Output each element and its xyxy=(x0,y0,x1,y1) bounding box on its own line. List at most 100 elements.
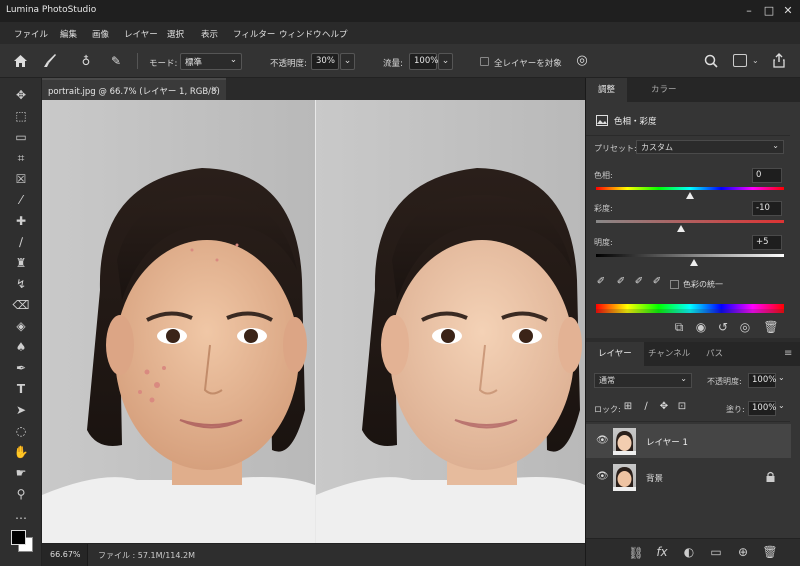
pen-tool-icon[interactable]: ✒ xyxy=(9,359,33,377)
opacity-input[interactable]: 30% xyxy=(311,53,339,70)
tab-paths[interactable]: パス xyxy=(694,342,735,366)
eyedropper-tool-icon[interactable]: ⁄ xyxy=(9,191,33,209)
more-tools-icon[interactable]: … xyxy=(9,506,33,524)
colorize-checkbox[interactable] xyxy=(670,280,679,289)
zoom-field[interactable]: 66.67% xyxy=(42,544,88,566)
mode-select[interactable]: 標準 ⌄ xyxy=(180,53,242,70)
menu-select[interactable]: 選択 xyxy=(167,28,184,40)
dodge-tool-icon[interactable]: ♠ xyxy=(9,338,33,356)
close-window-button[interactable]: ✕ xyxy=(780,3,796,19)
eyedropper-icon[interactable]: ✐ xyxy=(614,276,628,287)
eraser-tool-icon[interactable]: ⌫ xyxy=(9,296,33,314)
reset-icon[interactable]: ↺ xyxy=(714,320,732,334)
canvas[interactable] xyxy=(42,100,585,543)
stamp-tool-icon[interactable]: ♜ xyxy=(9,254,33,272)
flow-dropdown[interactable]: ⌄ xyxy=(438,53,453,70)
new-group-icon[interactable]: ▭ xyxy=(707,545,725,559)
close-tab-icon[interactable]: ✕ xyxy=(211,85,218,95)
lightness-slider-thumb[interactable] xyxy=(689,259,698,266)
hue-slider-thumb[interactable] xyxy=(686,192,694,199)
minimize-button[interactable]: – xyxy=(741,3,757,19)
lock-pixels-icon[interactable]: ⊞ xyxy=(622,401,634,412)
frame-tool-icon[interactable]: ☒ xyxy=(9,170,33,188)
visibility-icon[interactable]: ◎ xyxy=(736,320,754,334)
opacity-dropdown[interactable]: ⌄ xyxy=(340,53,355,70)
home-icon[interactable] xyxy=(13,54,28,68)
lock-position-icon[interactable]: ✥ xyxy=(658,401,670,412)
menu-filter[interactable]: フィルター xyxy=(233,28,275,40)
delete-adjustment-icon[interactable]: 🗑 xyxy=(762,320,780,334)
search-icon[interactable] xyxy=(704,54,718,68)
clip-to-layer-icon[interactable]: ⧉ xyxy=(670,320,688,335)
layer-row[interactable]: 👁 背景 xyxy=(586,460,791,494)
tab-adjustments[interactable]: 調整 xyxy=(586,78,628,102)
saturation-slider-thumb[interactable] xyxy=(676,225,685,232)
rotate-view-icon[interactable]: ☛ xyxy=(9,464,33,482)
menu-view[interactable]: 表示 xyxy=(201,28,218,40)
menu-image[interactable]: 画像 xyxy=(92,28,109,40)
share-icon[interactable] xyxy=(772,53,786,68)
layer-row[interactable]: 👁 レイヤー 1 xyxy=(586,424,791,458)
link-layers-icon[interactable]: ⛓ xyxy=(627,546,645,560)
zoom-tool-icon[interactable]: ⚲ xyxy=(9,485,33,503)
path-select-icon[interactable]: ➤ xyxy=(9,401,33,419)
eyedropper-minus-icon[interactable]: ✐ xyxy=(650,276,664,287)
menu-edit[interactable]: 編集 xyxy=(60,28,77,40)
document-tab[interactable]: portrait.jpg @ 66.7% (レイヤー 1, RGB/8) ✕ xyxy=(42,78,226,100)
healing-brush-icon[interactable]: ✚ xyxy=(9,212,33,230)
paint-bucket-icon[interactable]: ◈ xyxy=(9,317,33,335)
chevron-down-icon[interactable]: ⌄ xyxy=(778,401,785,410)
artboard-tool-icon[interactable]: ▭ xyxy=(9,128,33,146)
delete-layer-icon[interactable]: 🗑 xyxy=(761,545,779,559)
brush-tool-icon[interactable]: ∕ xyxy=(9,233,33,251)
saturation-slider-track[interactable] xyxy=(596,220,784,223)
menu-help[interactable]: ヘルプ xyxy=(322,28,348,40)
lock-paint-icon[interactable]: ∕ xyxy=(640,401,652,412)
menu-window[interactable]: ウィンドウ xyxy=(279,28,322,40)
workspace-icon[interactable] xyxy=(733,54,747,67)
tab-color[interactable]: カラー xyxy=(639,78,689,102)
brush-tool-icon[interactable] xyxy=(43,53,57,68)
type-tool-icon[interactable]: T xyxy=(9,380,33,398)
chevron-down-icon[interactable]: ⌄ xyxy=(778,373,785,382)
blend-mode-select[interactable]: 通常 ⌄ xyxy=(594,373,692,388)
eyedropper-plus-icon[interactable]: ✐ xyxy=(632,276,646,287)
hue-slider-track[interactable] xyxy=(596,187,784,190)
document-tab-bar: portrait.jpg @ 66.7% (レイヤー 1, RGB/8) ✕ xyxy=(42,78,585,100)
hand-tool-icon[interactable]: ✋ xyxy=(9,443,33,461)
menu-layer[interactable]: レイヤー xyxy=(124,28,158,40)
adjustment-layer-icon[interactable]: ◐ xyxy=(680,545,698,559)
chevron-down-icon[interactable]: ⌄ xyxy=(752,56,759,65)
preset-select[interactable]: カスタム ⌄ xyxy=(636,140,784,154)
eye-icon[interactable]: 👁 xyxy=(596,471,609,482)
brush-preset-icon[interactable]: ♁ xyxy=(78,54,94,68)
eye-icon[interactable]: 👁 xyxy=(596,435,609,446)
maximize-button[interactable]: □ xyxy=(761,3,777,19)
fx-icon[interactable]: fx xyxy=(653,545,671,559)
lock-label: ロック: xyxy=(594,405,621,414)
hand-adjust-icon[interactable]: ✐ xyxy=(594,276,608,287)
lock-all-icon[interactable]: ⊡ xyxy=(676,401,688,412)
history-brush-icon[interactable]: ↯ xyxy=(9,275,33,293)
menu-file[interactable]: ファイル xyxy=(14,28,48,40)
fill-input[interactable]: 100% xyxy=(748,401,776,416)
lightness-input[interactable]: +5 xyxy=(752,235,782,250)
tab-channels[interactable]: チャンネル xyxy=(636,342,702,366)
foreground-color-swatch[interactable] xyxy=(11,530,26,545)
new-layer-icon[interactable]: ⊕ xyxy=(734,545,752,559)
preset-value: カスタム xyxy=(641,143,673,152)
pressure-icon[interactable]: ◎ xyxy=(573,53,591,68)
saturation-input[interactable]: -10 xyxy=(752,201,782,216)
view-previous-icon[interactable]: ◉ xyxy=(692,320,710,334)
shape-tool-icon[interactable]: ◌ xyxy=(9,422,33,440)
hue-input[interactable]: 0 xyxy=(752,168,782,183)
crop-tool-icon[interactable]: ⌗ xyxy=(9,149,33,167)
all-layers-checkbox[interactable] xyxy=(480,57,489,66)
flow-input[interactable]: 100% xyxy=(409,53,438,70)
move-tool-icon[interactable]: ✥ xyxy=(9,86,33,104)
lightness-slider-track[interactable] xyxy=(596,254,784,257)
panel-menu-icon[interactable]: ≡ xyxy=(784,348,792,359)
brush-settings-icon[interactable]: ✎ xyxy=(108,54,124,68)
layer-opacity-input[interactable]: 100% xyxy=(748,373,776,388)
marquee-tool-icon[interactable]: ⬚ xyxy=(9,107,33,125)
